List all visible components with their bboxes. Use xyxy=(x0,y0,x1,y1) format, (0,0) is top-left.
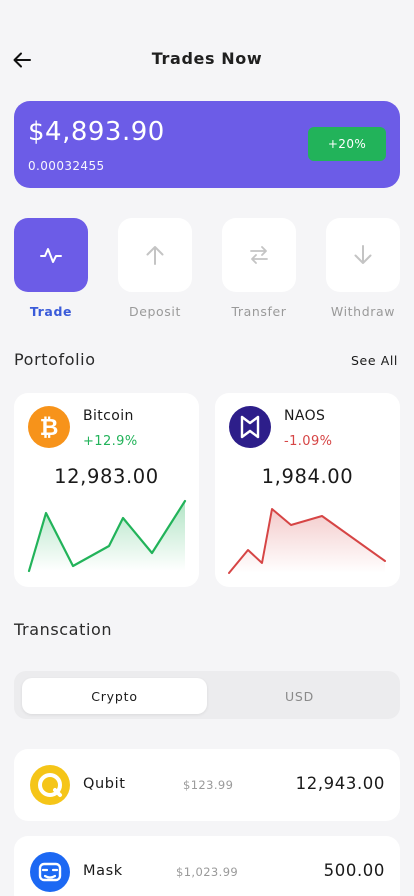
tab-usd[interactable]: USD xyxy=(207,678,392,714)
coin-name: Bitcoin xyxy=(83,408,134,424)
tab-crypto[interactable]: Crypto xyxy=(22,678,207,714)
change-badge: +20% xyxy=(308,127,386,161)
deposit-label: Deposit xyxy=(129,304,181,319)
withdraw-icon-box xyxy=(326,218,400,292)
action-bar: Trade Deposit Transfer Withdraw xyxy=(14,218,400,322)
transaction-row-mask[interactable]: Mask $1,023.99 500.00 xyxy=(14,836,400,896)
trade-icon-box xyxy=(14,218,88,292)
naos-sparkline xyxy=(228,508,386,574)
balance-crypto-amount: 0.00032455 xyxy=(28,159,105,173)
transaction-amount: 12,943.00 xyxy=(295,774,385,793)
mask-icon xyxy=(30,852,70,892)
bitcoin-icon: ₿ xyxy=(28,406,70,448)
transaction-row-qubit[interactable]: Qubit $123.99 12,943.00 xyxy=(14,749,400,821)
portfolio-card-bitcoin[interactable]: ₿ Bitcoin +12.9% 12,983.00 xyxy=(14,393,199,587)
transfer-button[interactable]: Transfer xyxy=(222,218,296,319)
activity-icon xyxy=(40,248,62,263)
naos-icon xyxy=(229,406,271,448)
coin-change: +12.9% xyxy=(83,434,138,449)
swap-icon xyxy=(250,246,268,264)
see-all-link[interactable]: See All xyxy=(351,353,398,368)
svg-text:₿: ₿ xyxy=(40,415,59,441)
arrow-down-icon xyxy=(354,245,372,264)
portfolio-title: Portofolio xyxy=(14,350,96,369)
coin-change: -1.09% xyxy=(284,434,333,449)
portfolio-card-naos[interactable]: NAOS -1.09% 1,984.00 xyxy=(215,393,400,587)
trade-label: Trade xyxy=(29,304,73,319)
page-title: Trades Now xyxy=(151,49,263,68)
currency-tabs: Crypto USD xyxy=(14,671,400,719)
transaction-amount: 500.00 xyxy=(323,861,385,880)
deposit-button[interactable]: Deposit xyxy=(118,218,192,319)
withdraw-label: Withdraw xyxy=(330,304,396,319)
transfer-icon-box xyxy=(222,218,296,292)
qubit-icon xyxy=(30,765,70,805)
deposit-icon-box xyxy=(118,218,192,292)
transfer-label: Transfer xyxy=(231,304,287,319)
bitcoin-sparkline xyxy=(27,499,187,573)
transaction-title: Transcation xyxy=(14,620,113,639)
coin-name: NAOS xyxy=(284,408,326,424)
header: Trades Now xyxy=(0,40,414,80)
trade-button[interactable]: Trade xyxy=(14,218,88,319)
balance-card: $4,893.90 0.00032455 +20% xyxy=(14,101,400,188)
coin-value: 12,983.00 xyxy=(54,465,159,488)
transaction-name: Qubit xyxy=(83,776,126,792)
arrow-up-icon xyxy=(146,246,164,265)
coin-value: 1,984.00 xyxy=(261,465,354,488)
balance-amount: $4,893.90 xyxy=(28,117,165,147)
transaction-name: Mask xyxy=(83,863,123,879)
transaction-price: $123.99 xyxy=(183,778,234,792)
transaction-price: $1,023.99 xyxy=(176,865,239,879)
withdraw-button[interactable]: Withdraw xyxy=(326,218,400,319)
